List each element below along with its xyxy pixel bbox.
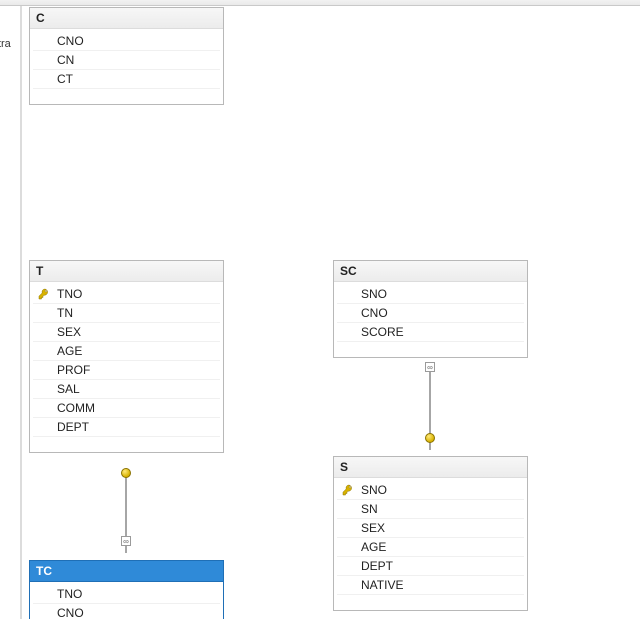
column-row[interactable]: CNO — [33, 604, 220, 619]
table-title[interactable]: C — [30, 8, 223, 29]
column-icon-placeholder — [37, 382, 51, 396]
column-icon-placeholder — [37, 72, 51, 86]
column-icon-placeholder — [37, 306, 51, 320]
column-name: SN — [355, 502, 378, 516]
column-name: COMM — [51, 401, 95, 415]
relationship-endpoint-one-key-icon — [425, 433, 435, 443]
column-icon-placeholder — [37, 325, 51, 339]
column-icon-placeholder — [341, 287, 355, 301]
column-row[interactable]: AGE — [337, 538, 524, 557]
column-name: CNO — [355, 306, 388, 320]
column-row[interactable]: SN — [337, 500, 524, 519]
table-s[interactable]: S SNO SN SEX AGE DEPT NATIVE — [333, 456, 528, 611]
column-list: SNO SN SEX AGE DEPT NATIVE — [334, 478, 527, 610]
column-row[interactable]: CT — [33, 70, 220, 89]
sidebar-text-fragment: istra — [0, 38, 11, 50]
column-icon-placeholder — [341, 540, 355, 554]
column-row[interactable]: CNO — [33, 32, 220, 51]
column-name: DEPT — [355, 559, 393, 573]
column-icon-placeholder — [37, 587, 51, 601]
table-title[interactable]: S — [334, 457, 527, 478]
column-name: PROF — [51, 363, 90, 377]
column-icon-placeholder — [37, 344, 51, 358]
column-name: NATIVE — [355, 578, 403, 592]
table-t[interactable]: T TNO TN SEX AGE PROF SAL COMM DEPT — [29, 260, 224, 453]
column-icon-placeholder — [37, 401, 51, 415]
object-explorer-sidebar[interactable]: istra — [0, 6, 22, 619]
column-name: CT — [51, 72, 73, 86]
table-c[interactable]: C CNO CN CT — [29, 7, 224, 105]
column-name: TN — [51, 306, 73, 320]
column-row[interactable]: SNO — [337, 481, 524, 500]
column-list: SNO CNO SCORE — [334, 282, 527, 357]
column-name: SAL — [51, 382, 80, 396]
table-tc[interactable]: TC TNO CNO — [29, 560, 224, 619]
column-row[interactable]: SAL — [33, 380, 220, 399]
column-name: SCORE — [355, 325, 404, 339]
column-icon-placeholder — [37, 363, 51, 377]
table-title[interactable]: SC — [334, 261, 527, 282]
column-name: SEX — [355, 521, 385, 535]
relationship-endpoint-one-key-icon — [121, 468, 131, 478]
diagram-canvas[interactable]: CCNOCNCTTTNOTNSEXAGEPROFSALCOMMDEPTTCTNO… — [22, 6, 640, 619]
column-icon-placeholder — [37, 606, 51, 619]
column-icon-placeholder — [341, 502, 355, 516]
column-icon-placeholder — [341, 559, 355, 573]
relationship-endpoint-many-icon — [121, 536, 131, 546]
column-icon-placeholder — [341, 578, 355, 592]
column-name: TNO — [51, 287, 82, 301]
column-row[interactable]: DEPT — [33, 418, 220, 437]
relationship-endpoint-many-icon — [425, 362, 435, 372]
column-icon-placeholder — [37, 53, 51, 67]
column-list: TNO CNO — [30, 582, 223, 619]
column-row[interactable]: AGE — [33, 342, 220, 361]
column-row[interactable]: CN — [33, 51, 220, 70]
column-row[interactable]: SEX — [33, 323, 220, 342]
column-name: AGE — [51, 344, 82, 358]
column-row[interactable]: SCORE — [337, 323, 524, 342]
column-name: CN — [51, 53, 74, 67]
primary-key-icon — [341, 483, 355, 497]
column-icon-placeholder — [341, 306, 355, 320]
primary-key-icon — [37, 287, 51, 301]
column-icon-placeholder — [341, 521, 355, 535]
column-row[interactable]: TN — [33, 304, 220, 323]
column-list: CNO CN CT — [30, 29, 223, 104]
column-row[interactable]: SEX — [337, 519, 524, 538]
column-row[interactable]: CNO — [337, 304, 524, 323]
column-row[interactable]: PROF — [33, 361, 220, 380]
column-name: TNO — [51, 587, 82, 601]
column-name: DEPT — [51, 420, 89, 434]
column-icon-placeholder — [37, 34, 51, 48]
column-name: CNO — [51, 34, 84, 48]
column-name: SNO — [355, 483, 387, 497]
column-name: CNO — [51, 606, 84, 619]
column-row[interactable]: NATIVE — [337, 576, 524, 595]
table-title[interactable]: TC — [30, 561, 223, 582]
column-name: SEX — [51, 325, 81, 339]
table-title[interactable]: T — [30, 261, 223, 282]
column-row[interactable]: TNO — [33, 585, 220, 604]
column-row[interactable]: TNO — [33, 285, 220, 304]
column-row[interactable]: DEPT — [337, 557, 524, 576]
column-name: SNO — [355, 287, 387, 301]
table-sc[interactable]: SC SNO CNO SCORE — [333, 260, 528, 358]
column-name: AGE — [355, 540, 386, 554]
column-icon-placeholder — [341, 325, 355, 339]
column-list: TNO TN SEX AGE PROF SAL COMM DEPT — [30, 282, 223, 452]
column-icon-placeholder — [37, 420, 51, 434]
column-row[interactable]: SNO — [337, 285, 524, 304]
column-row[interactable]: COMM — [33, 399, 220, 418]
